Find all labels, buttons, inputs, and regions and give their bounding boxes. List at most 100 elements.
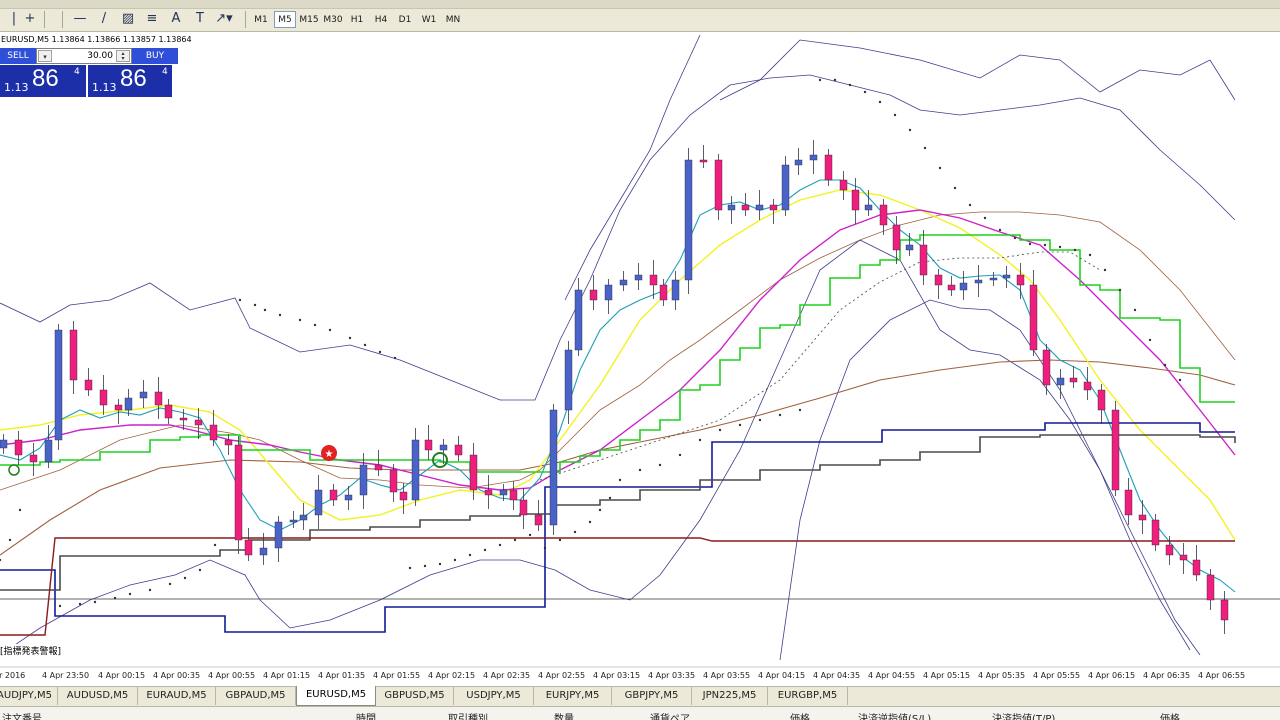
parabolic-sar-dot [1013,236,1017,240]
trendline-icon[interactable]: / [94,10,114,28]
terminal-column-header[interactable]: 価格 [1160,710,1180,720]
terminal-column-header[interactable]: 取引種別 [448,710,488,720]
tab-eurjpy-m5[interactable]: EURJPY,M5 [534,687,612,705]
bull-candle [574,289,583,351]
parabolic-sar-dot [998,228,1002,232]
buy-button[interactable]: BUY [132,48,178,64]
arrows-dropdown-icon[interactable]: ↗▾ [214,10,234,28]
time-axis-label: 4 Apr 02:35 [483,671,530,680]
bull-candle [54,329,63,441]
time-axis-label: 4 Apr 05:15 [923,671,970,680]
tab-euraud-m5[interactable]: EURAUD,M5 [138,687,216,705]
terminal-column-header[interactable]: 価格 [790,710,810,720]
price-chart[interactable]: ★ pr 2016 4 Apr 23:50 4 Apr 00:15 4 Apr 00:3… [0,32,1280,686]
terminal-column-header[interactable]: 数量 [554,710,574,720]
timeframe-mn-button[interactable]: MN [442,11,464,28]
parabolic-sar-dot [1043,243,1047,247]
parabolic-sar-dot [148,588,152,592]
parabolic-sar-dot [128,592,132,596]
bear-candle [1151,519,1160,546]
time-axis-label: 4 Apr 03:15 [593,671,640,680]
text-label-icon[interactable]: T [190,10,210,28]
fibonacci-icon[interactable]: ≡ [142,10,162,28]
sell-price-prefix: 1.13 [4,81,29,94]
parabolic-sar-dot [278,313,282,317]
toolbar-separator [62,11,63,28]
channel-icon[interactable]: ▨ [118,10,138,28]
bear-candle [224,439,233,446]
horizontal-line-icon[interactable]: — [70,10,90,28]
sell-price-button[interactable]: 1.13 86 4 [0,65,86,97]
one-click-trading-panel: SELL ▾ 30.00 ▴ ▾ BUY 1.13 86 4 1.13 86 4 [0,48,178,97]
crosshair-icon[interactable]: + [20,10,40,28]
parabolic-sar-dot [253,303,257,307]
bear-candle [534,514,543,526]
bull-candle [905,244,914,251]
terminal-column-header[interactable]: 注文番号 [2,710,42,720]
timeframe-h1-button[interactable]: H1 [346,11,368,28]
terminal-column-header[interactable]: 時間 [356,710,376,720]
lot-size-field[interactable]: ▾ 30.00 ▴ ▾ [36,48,132,64]
bull-candle [259,547,268,556]
tab-eurgbp-m5[interactable]: EURGBP,M5 [768,687,848,705]
bear-candle [424,439,433,451]
text-icon[interactable]: A [166,10,186,28]
time-axis-label: 4 Apr 06:55 [1198,671,1245,680]
symbol-info-label: EURUSD,M5 1.13864 1.13866 1.13857 1.1386… [1,35,192,44]
time-axis-label: 4 Apr 02:55 [538,671,585,680]
bear-candle [1179,554,1188,561]
bull-candle [344,494,353,501]
timeframe-m30-button[interactable]: M30 [322,11,344,28]
toolbar-separator [245,11,246,28]
dark-red-level-line [0,537,1235,636]
timeframe-w1-button[interactable]: W1 [418,11,440,28]
parabolic-sar-dot [453,558,457,562]
chart-area[interactable]: ★ pr 2016 4 Apr 23:50 4 Apr 00:15 4 Apr 00:3… [0,32,1280,686]
tab-gbpaud-m5[interactable]: GBPAUD,M5 [216,687,296,705]
tab-usdjpy-m5[interactable]: USDJPY,M5 [454,687,534,705]
lot-dropdown-icon[interactable]: ▾ [38,50,52,62]
terminal-column-header[interactable]: 決済指値(T/P) [992,710,1055,720]
parabolic-sar-dot [698,438,702,442]
bull-candle [671,279,680,301]
parabolic-sar-dot [313,323,317,327]
timeframe-h4-button[interactable]: H4 [370,11,392,28]
bear-candle [519,499,528,516]
timeframe-m5-button[interactable]: M5 [274,11,296,28]
parabolic-sar-dot [328,328,332,332]
time-axis-label: 4 Apr 02:15 [428,671,475,680]
tab-audusd-m5[interactable]: AUDUSD,M5 [58,687,138,705]
parabolic-sar-dot [1058,245,1062,249]
parabolic-sar-dot [968,203,972,207]
terminal-column-header[interactable]: 決済逆指値(S/L) [858,710,931,720]
bear-candle [919,244,928,276]
parabolic-sar-dot [848,83,852,87]
timeframe-m15-button[interactable]: M15 [298,11,320,28]
bear-candle [1192,559,1201,576]
chart-tabs: AUDJPY,M5 AUDUSD,M5 EURAUD,M5 GBPAUD,M5 EURU… [0,686,1280,706]
bull-candle [864,204,873,211]
tab-eurusd-m5[interactable]: EURUSD,M5 [296,686,376,706]
bull-candle [727,204,736,211]
lot-stepper-icon[interactable]: ▴ ▾ [116,50,130,62]
tab-gbpusd-m5[interactable]: GBPUSD,M5 [376,687,454,705]
parabolic-sar-dot [983,216,987,220]
terminal-column-header[interactable]: 通貨ペア [650,710,690,720]
bull-candle [989,277,998,281]
gray-span-line [0,434,1236,591]
tab-gbpjpy-m5[interactable]: GBPJPY,M5 [612,687,692,705]
timeframe-d1-button[interactable]: D1 [394,11,416,28]
buy-price-button[interactable]: 1.13 86 4 [86,65,172,97]
tab-jpn225-m5[interactable]: JPN225,M5 [692,687,768,705]
parabolic-sar-dot [298,318,302,322]
sell-button[interactable]: SELL [0,48,36,64]
lot-size-value[interactable]: 30.00 [87,50,113,62]
tab-audjpy-m5[interactable]: AUDJPY,M5 [0,687,58,705]
bull-candle [809,154,818,161]
time-axis-label: 4 Apr 00:15 [98,671,145,680]
parabolic-sar-dot [738,423,742,427]
bull-candle [299,514,308,521]
parabolic-sar-dot [93,600,97,604]
bear-candle [329,489,338,501]
timeframe-m1-button[interactable]: M1 [250,11,272,28]
